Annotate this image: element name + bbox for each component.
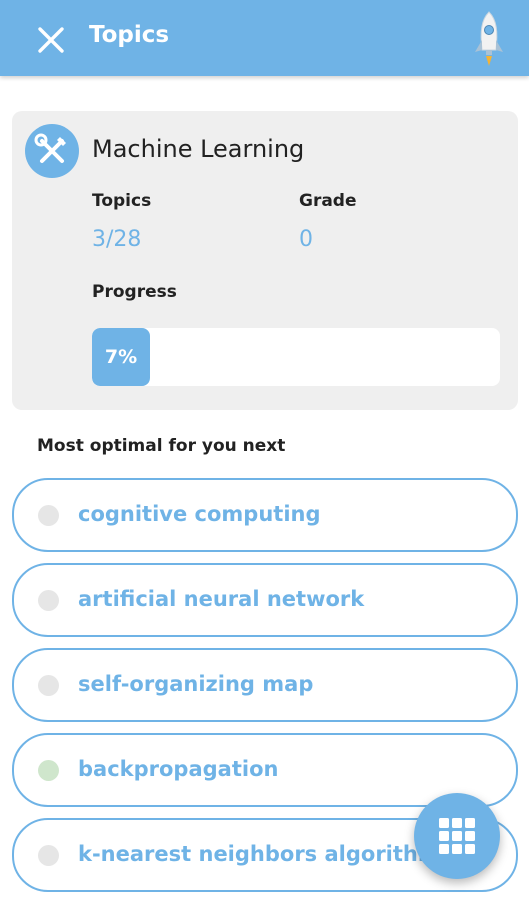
topic-item[interactable]: artificial neural network — [12, 563, 518, 637]
course-title: Machine Learning — [92, 135, 305, 163]
grade-stat-label: Grade — [299, 191, 357, 211]
course-summary-card: Machine Learning Topics 3/28 Grade 0 Pro… — [12, 111, 518, 410]
topics-stat-label: Topics — [92, 191, 152, 211]
topic-item[interactable]: cognitive computing — [12, 478, 518, 552]
app-bar: Topics — [0, 0, 529, 76]
status-dot-icon — [38, 760, 59, 781]
topic-label: artificial neural network — [78, 587, 365, 611]
progress-bar: 7% — [92, 328, 500, 386]
grade-stat-value: 0 — [299, 227, 313, 252]
status-dot-icon — [38, 590, 59, 611]
close-icon[interactable] — [30, 20, 70, 60]
course-icon-badge — [25, 124, 79, 178]
topics-grid-fab[interactable] — [414, 793, 500, 879]
topic-label: self-organizing map — [78, 672, 314, 696]
status-dot-icon — [38, 505, 59, 526]
topic-item[interactable]: self-organizing map — [12, 648, 518, 722]
topic-label: cognitive computing — [78, 502, 321, 526]
page-title: Topics — [89, 22, 170, 48]
status-dot-icon — [38, 675, 59, 696]
progress-fill: 7% — [92, 328, 150, 386]
topics-stat-value: 3/28 — [92, 227, 142, 252]
progress-label: Progress — [92, 282, 177, 302]
close-button[interactable] — [30, 20, 70, 60]
suggestions-heading: Most optimal for you next — [37, 436, 286, 456]
tools-icon — [34, 133, 66, 163]
progress-percent: 7% — [104, 346, 138, 368]
rocket-icon — [475, 11, 503, 66]
status-dot-icon — [38, 845, 59, 866]
grid-icon[interactable] — [438, 817, 476, 855]
topic-label: k-nearest neighbors algorithm — [78, 842, 440, 866]
topic-label: backpropagation — [78, 757, 279, 781]
